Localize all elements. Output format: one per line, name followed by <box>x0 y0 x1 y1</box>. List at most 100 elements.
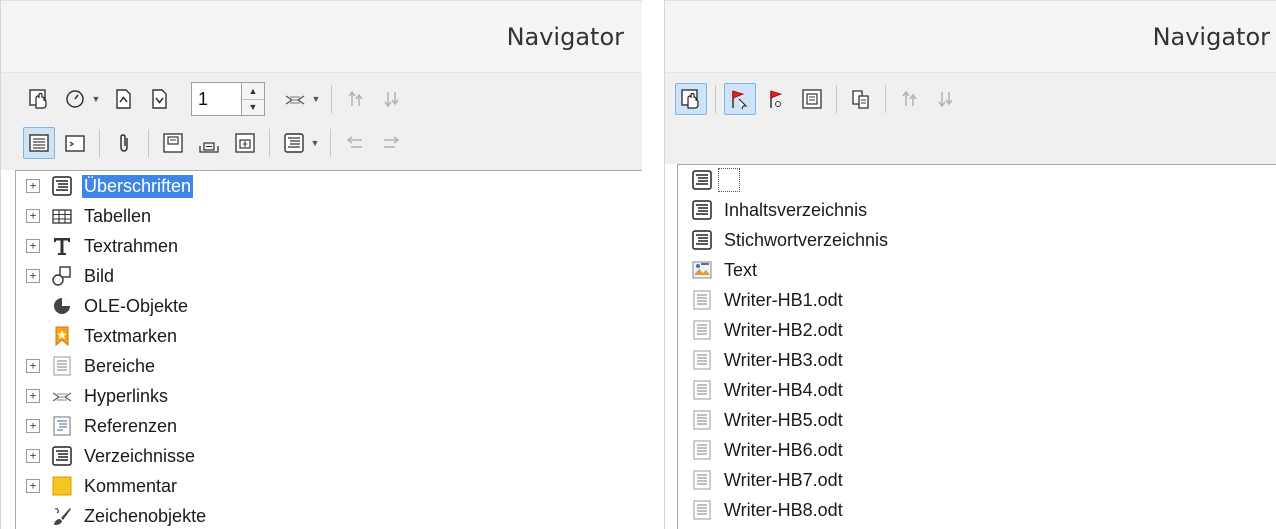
next-page-button[interactable] <box>143 83 175 115</box>
expand-toggle[interactable]: + <box>26 359 40 373</box>
tree-item-label: OLE-Objekte <box>84 295 189 316</box>
toolbar-separator <box>836 85 837 113</box>
image-icon <box>50 264 74 288</box>
tree-item-label: Bild <box>84 265 115 286</box>
spin-up-button[interactable]: ▲ <box>242 83 264 100</box>
tree-item[interactable]: + Textrahmen <box>16 231 642 261</box>
empty-entry-placeholder <box>718 168 740 192</box>
content-view-button[interactable] <box>23 127 55 159</box>
navigate-by-dropdown[interactable]: ▼ <box>91 83 101 115</box>
tree-item-label: Writer-HB8.odt <box>724 499 843 520</box>
expand-toggle[interactable]: + <box>26 269 40 283</box>
tree-item-label: Writer-HB4.odt <box>724 379 843 400</box>
tree-item[interactable]: Writer-HB7.odt <box>678 465 1276 495</box>
tree-item[interactable]: Writer-HB8.odt <box>678 495 1276 525</box>
tree-item-label: Bereiche <box>84 355 156 376</box>
tree-item[interactable]: + Bild <box>16 261 642 291</box>
previous-page-button[interactable] <box>107 83 139 115</box>
toggle-view-button[interactable] <box>59 127 91 159</box>
demote-chapter-button[interactable] <box>376 83 408 115</box>
expand-toggle[interactable]: + <box>26 479 40 493</box>
expand-toggle[interactable]: + <box>26 209 40 223</box>
move-up-button[interactable] <box>894 83 926 115</box>
expand-toggle[interactable]: + <box>26 419 40 433</box>
heading-levels-button[interactable] <box>278 127 310 159</box>
tree-item[interactable]: Inhaltsverzeichnis <box>678 195 1276 225</box>
footer-icon <box>199 142 219 153</box>
drag-hand-icon <box>681 89 699 109</box>
select-flag-button[interactable] <box>724 83 756 115</box>
tree-item-label: Writer-HB7.odt <box>724 469 843 490</box>
toolbar-row-1 <box>675 81 966 117</box>
expand-toggle[interactable]: + <box>26 239 40 253</box>
tree-item[interactable]: Writer-HB4.odt <box>678 375 1276 405</box>
red-flag-cursor-icon <box>732 90 748 110</box>
insert-section-button[interactable] <box>796 83 828 115</box>
expand-toggle[interactable]: + <box>26 179 40 193</box>
tree-item[interactable]: Writer-HB2.odt <box>678 315 1276 345</box>
move-down-icon <box>384 92 399 108</box>
drag-mode-button[interactable] <box>675 83 707 115</box>
promote-chapter-button[interactable] <box>340 83 372 115</box>
section-icon <box>690 468 714 492</box>
drag-mode-hyperlink-button[interactable] <box>279 83 311 115</box>
navigator-panel-right: Navigator Inhaltsverzeichnis Stichwortve… <box>664 0 1276 529</box>
tree-item[interactable]: + Verzeichnisse <box>16 441 642 471</box>
reminder-button[interactable] <box>108 127 140 159</box>
tree-item[interactable]: Writer-HB5.odt <box>678 405 1276 435</box>
section-icon <box>690 498 714 522</box>
tree-item[interactable]: + Kommentar <box>16 471 642 501</box>
drag-mode-button[interactable] <box>23 83 55 115</box>
move-down-icon <box>938 92 953 108</box>
tree-item[interactable]: + Hyperlinks <box>16 381 642 411</box>
tree-item[interactable]: Stichwortverzeichnis <box>678 225 1276 255</box>
navigate-by-button[interactable] <box>59 83 91 115</box>
header-button[interactable] <box>157 127 189 159</box>
toolbar-area <box>665 72 1276 164</box>
toolbar-row-2: ▼ <box>23 125 411 161</box>
tree-item[interactable]: + Überschriften <box>16 171 642 201</box>
tree-item[interactable]: Textmarken <box>16 321 642 351</box>
page-number-spinner[interactable]: ▲ ▼ <box>191 82 265 116</box>
expand-toggle[interactable]: + <box>26 449 40 463</box>
hyperlink-icon <box>285 95 305 105</box>
navigator-tree-right: Inhaltsverzeichnis Stichwortverzeichnis Te… <box>677 164 1276 529</box>
tree-item-label: Inhaltsverzeichnis <box>724 199 868 220</box>
title-bar: Navigator <box>1 0 642 72</box>
index-icon <box>690 168 714 192</box>
index-icon <box>50 444 74 468</box>
section-icon <box>690 288 714 312</box>
insert-copy-button[interactable] <box>845 83 877 115</box>
tree-item[interactable] <box>678 165 1276 195</box>
tree-item[interactable]: + Referenzen <box>16 411 642 441</box>
tree-item[interactable]: + Tabellen <box>16 201 642 231</box>
move-down-button[interactable] <box>930 83 962 115</box>
spinner-buttons[interactable]: ▲ ▼ <box>241 82 265 116</box>
tree-item-label: Stichwortverzeichnis <box>724 229 889 250</box>
flag-button[interactable] <box>760 83 792 115</box>
bookmark-icon <box>50 324 74 348</box>
tree-item[interactable]: OLE-Objekte <box>16 291 642 321</box>
hyperlink-icon <box>50 384 74 408</box>
promote-level-button[interactable] <box>339 127 371 159</box>
tree-item[interactable]: Text <box>678 255 1276 285</box>
drag-mode-dropdown[interactable]: ▼ <box>311 83 321 115</box>
tree-item[interactable]: Writer-HB6.odt <box>678 435 1276 465</box>
tree-item-label: Writer-HB5.odt <box>724 409 843 430</box>
page-number-input[interactable] <box>191 82 241 116</box>
spin-down-button[interactable]: ▼ <box>242 100 264 116</box>
tree-item[interactable]: Zeichenobjekte <box>16 501 642 529</box>
tree-item-label: Referenzen <box>84 415 178 436</box>
anchor-text-button[interactable] <box>229 127 261 159</box>
tree-item[interactable]: + Bereiche <box>16 351 642 381</box>
promote-level-icon <box>346 136 362 148</box>
tree-item-label: Writer-HB3.odt <box>724 349 843 370</box>
red-flag-icon <box>770 90 783 108</box>
section-icon <box>690 348 714 372</box>
heading-levels-dropdown[interactable]: ▼ <box>310 127 320 159</box>
expand-toggle[interactable]: + <box>26 389 40 403</box>
tree-item[interactable]: Writer-HB3.odt <box>678 345 1276 375</box>
footer-button[interactable] <box>193 127 225 159</box>
demote-level-button[interactable] <box>375 127 407 159</box>
tree-item[interactable]: Writer-HB1.odt <box>678 285 1276 315</box>
